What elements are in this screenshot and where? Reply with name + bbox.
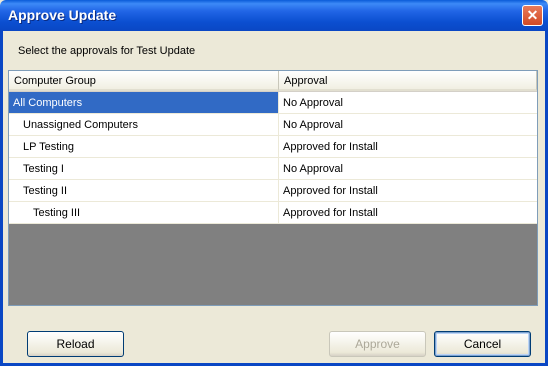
close-icon[interactable]: ✕: [522, 5, 543, 26]
reload-button[interactable]: Reload: [27, 331, 124, 357]
table-row[interactable]: All Computers No Approval: [9, 92, 537, 114]
instruction-label: Select the approvals for Test Update: [18, 45, 196, 57]
computer-group-cell[interactable]: Unassigned Computers: [9, 114, 279, 136]
approve-button[interactable]: Approve: [329, 331, 426, 357]
approval-cell[interactable]: Approved for Install: [279, 202, 537, 224]
computer-group-cell[interactable]: Testing II: [9, 180, 279, 202]
table-row[interactable]: Testing I No Approval: [9, 158, 537, 180]
approval-cell[interactable]: No Approval: [279, 92, 537, 114]
cancel-button[interactable]: Cancel: [434, 331, 531, 357]
approval-cell[interactable]: No Approval: [279, 114, 537, 136]
table-row[interactable]: Testing III Approved for Install: [9, 202, 537, 224]
table-row[interactable]: LP Testing Approved for Install: [9, 136, 537, 158]
computer-group-cell[interactable]: Testing I: [9, 158, 279, 180]
approval-grid: Computer Group Approval All Computers No …: [8, 70, 538, 306]
dialog-title: Approve Update: [8, 7, 117, 23]
column-header-computer-group[interactable]: Computer Group: [9, 71, 279, 91]
approve-update-dialog: Approve Update ✕ Select the approvals fo…: [0, 0, 548, 366]
window-frame-left: [0, 31, 3, 366]
computer-group-cell[interactable]: All Computers: [9, 92, 279, 114]
column-header-approval[interactable]: Approval: [279, 71, 537, 91]
approval-cell[interactable]: Approved for Install: [279, 136, 537, 158]
approval-cell[interactable]: No Approval: [279, 158, 537, 180]
title-bar[interactable]: Approve Update ✕: [0, 0, 548, 31]
grid-header: Computer Group Approval: [9, 71, 537, 92]
table-row[interactable]: Unassigned Computers No Approval: [9, 114, 537, 136]
table-row[interactable]: Testing II Approved for Install: [9, 180, 537, 202]
grid-rows: All Computers No Approval Unassigned Compu…: [9, 92, 537, 224]
computer-group-cell[interactable]: Testing III: [9, 202, 279, 224]
approval-cell[interactable]: Approved for Install: [279, 180, 537, 202]
computer-group-cell[interactable]: LP Testing: [9, 136, 279, 158]
